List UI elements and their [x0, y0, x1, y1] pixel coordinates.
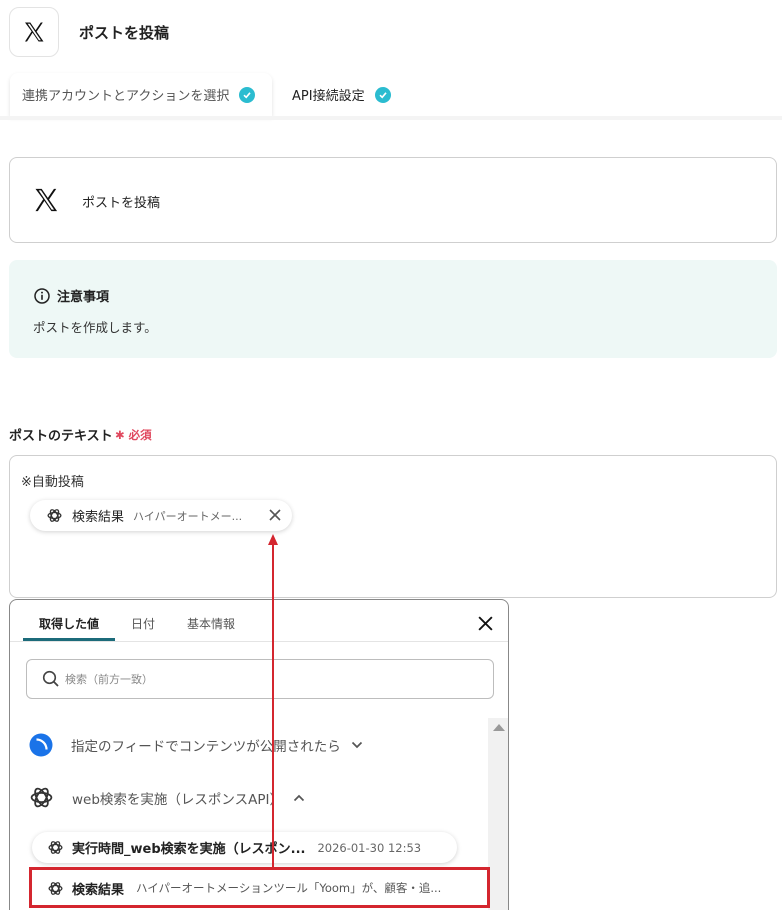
- tab-api-settings[interactable]: API接続設定: [280, 73, 413, 116]
- search-icon: [42, 670, 59, 687]
- notice-title: 注意事項: [34, 286, 109, 305]
- x-logo-icon: [35, 188, 58, 212]
- rss-trigger-icon: [29, 733, 53, 757]
- tab-divider: [10, 641, 508, 642]
- tab-divider: [0, 116, 782, 120]
- inserted-value-chip[interactable]: 検索結果 ハイパーオートメー...: [30, 500, 292, 531]
- required-badge: ✱ 必須: [115, 427, 152, 443]
- action-label: ポストを投稿: [82, 196, 161, 211]
- scroll-up-icon[interactable]: [493, 724, 505, 731]
- asterisk-icon: ✱: [115, 428, 125, 442]
- page-title: ポストを投稿: [79, 24, 170, 42]
- field-label: ポストのテキスト: [9, 429, 113, 444]
- check-circle-icon: [239, 86, 256, 103]
- tab-obtained-values[interactable]: 取得した値: [39, 615, 99, 632]
- item-value: ハイパーオートメーションツール「Yoom」が、顧客・追...: [136, 881, 442, 895]
- chevron-up-icon: [293, 794, 305, 801]
- node-label: web検索を実施（レスポンスAPI）: [72, 791, 284, 808]
- openai-icon: [48, 881, 63, 895]
- search-input[interactable]: [65, 668, 465, 690]
- tab-label: 連携アカウントとアクションを選択: [22, 89, 230, 104]
- chevron-down-icon: [351, 741, 362, 749]
- notice-box: 注意事項 ポストを作成します。: [9, 260, 777, 358]
- x-logo-icon: [25, 22, 44, 42]
- tree-node-feed-trigger[interactable]: 指定のフィードでコンテンツが公開されたら: [29, 733, 363, 757]
- value-item-exec-time[interactable]: 実行時間_web検索を実施（レスポン... 2026-01-30 12:53: [32, 832, 457, 863]
- item-name: 実行時間_web検索を実施（レスポン...: [72, 842, 306, 857]
- tab-date[interactable]: 日付: [131, 615, 155, 632]
- openai-icon: [47, 509, 62, 522]
- action-card[interactable]: ポストを投稿: [9, 157, 777, 243]
- item-value: 2026-01-30 12:53: [317, 840, 422, 855]
- notice-title-text: 注意事項: [57, 290, 110, 305]
- tab-account-action[interactable]: 連携アカウントとアクションを選択: [10, 73, 272, 116]
- value-picker-panel: 取得した値 日付 基本情報 指定のフィードでコンテンツが公開されたら: [9, 599, 509, 910]
- tab-basic-info[interactable]: 基本情報: [187, 615, 235, 632]
- required-label: 必須: [128, 428, 152, 442]
- post-text-input[interactable]: ※自動投稿 検索結果 ハイパーオートメー...: [9, 455, 777, 598]
- openai-icon: [48, 841, 63, 854]
- notice-body: ポストを作成します。: [33, 320, 157, 335]
- textarea-text: ※自動投稿: [21, 475, 84, 490]
- chip-value: ハイパーオートメー...: [133, 509, 243, 523]
- item-name: 検索結果: [72, 882, 125, 898]
- close-icon[interactable]: [477, 615, 494, 632]
- tab-label: API接続設定: [292, 89, 365, 104]
- tree-node-web-search[interactable]: web検索を実施（レスポンスAPI）: [29, 785, 305, 810]
- annotation-arrow-head: [268, 534, 278, 545]
- check-circle-icon: [374, 86, 391, 103]
- search-field[interactable]: [26, 659, 494, 699]
- close-icon[interactable]: [268, 508, 282, 522]
- annotation-arrow-line: [272, 545, 274, 867]
- chip-name: 検索結果: [72, 510, 125, 525]
- info-icon: [34, 287, 50, 304]
- node-label: 指定のフィードでコンテンツが公開されたら: [71, 739, 341, 755]
- openai-icon: [30, 787, 53, 808]
- value-item-search-result[interactable]: 検索結果 ハイパーオートメーションツール「Yoom」が、顧客・追...: [27, 868, 489, 908]
- app-icon: [9, 7, 59, 57]
- scrollbar[interactable]: [488, 718, 508, 910]
